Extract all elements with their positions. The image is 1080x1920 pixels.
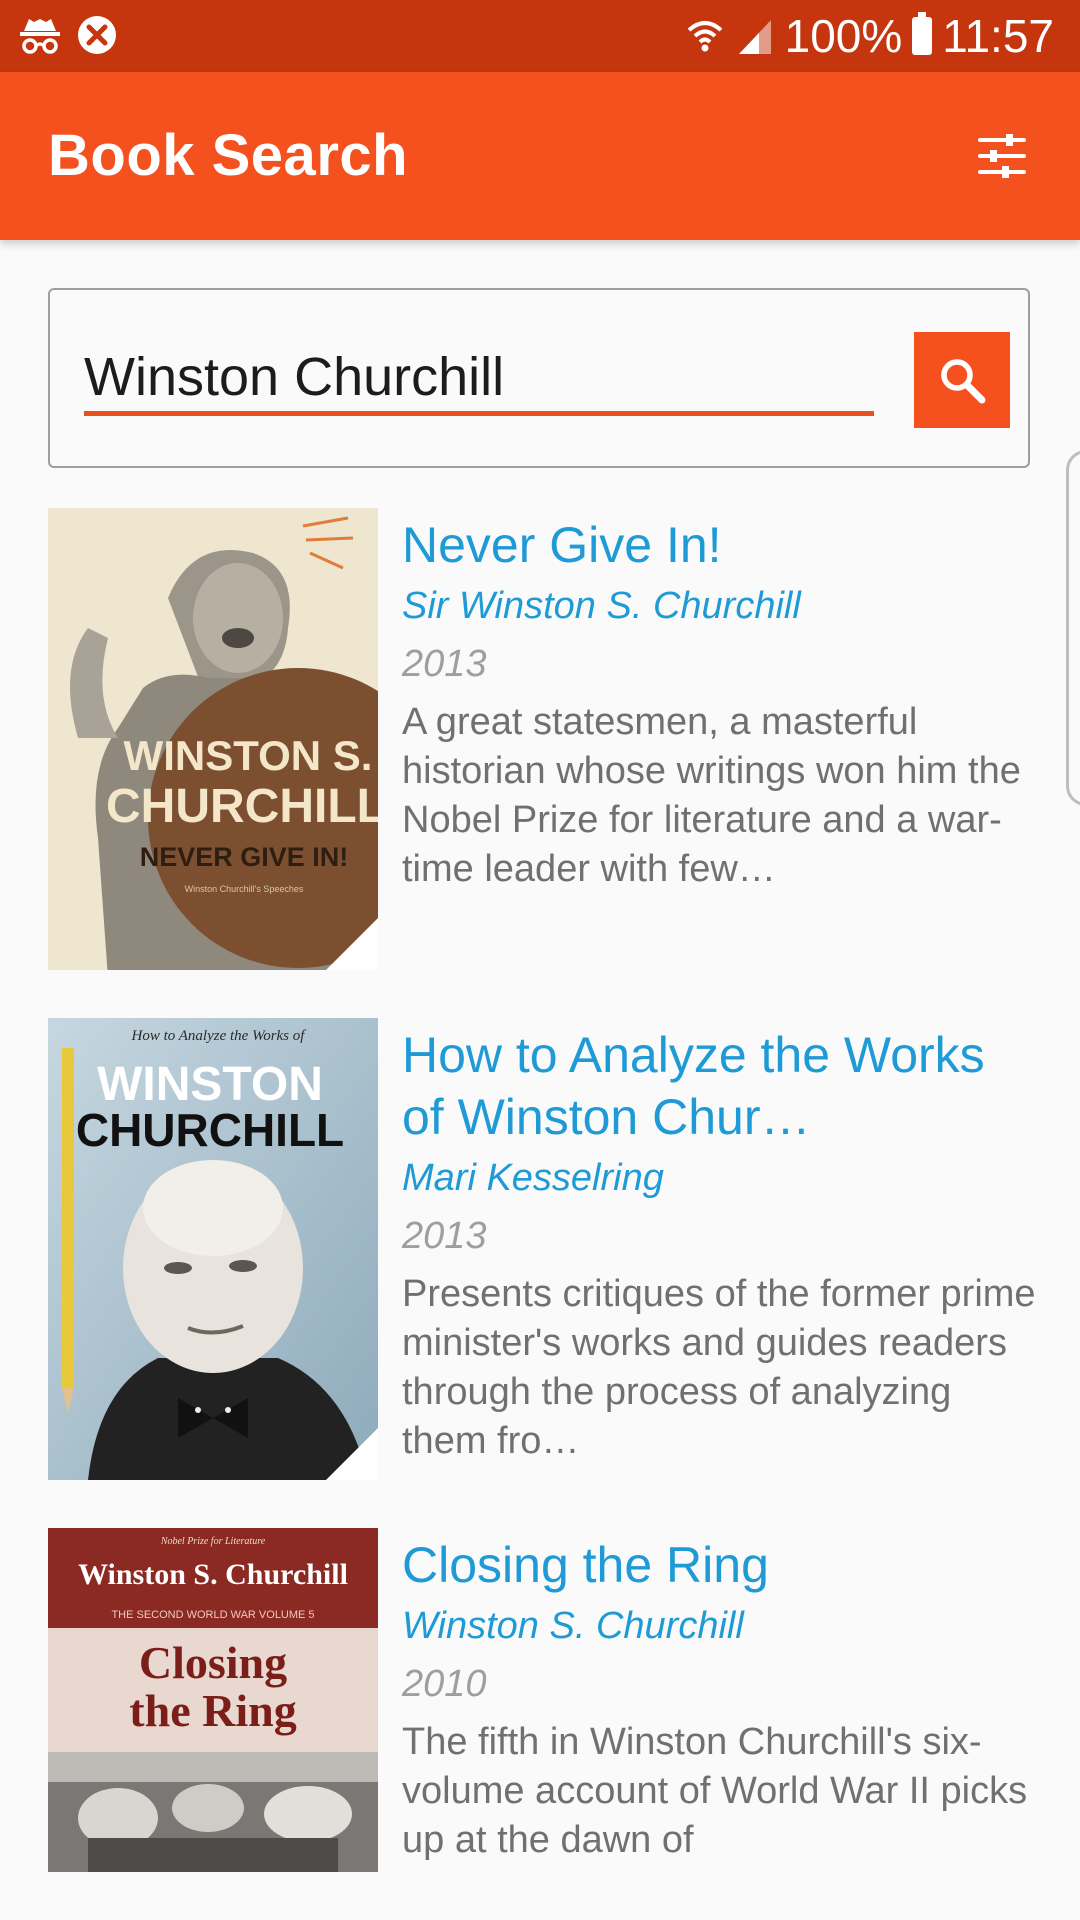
cover-text-line3: THE SECOND WORLD WAR VOLUME 5 (111, 1609, 314, 1621)
book-author: Sir Winston S. Churchill (402, 585, 801, 627)
book-author: Winston S. Churchill (402, 1605, 744, 1647)
book-description: The fifth in Winston Churchill's six-vol… (402, 1721, 1028, 1861)
incognito-icon (20, 19, 60, 54)
sliders-icon (978, 134, 1026, 178)
book-author: Mari Kesselring (402, 1157, 664, 1199)
status-left-icons (18, 14, 118, 56)
cover-text-line4: Closing (139, 1637, 287, 1688)
filter-button[interactable] (976, 130, 1028, 182)
cover-text-line1: WINSTON S. (124, 732, 373, 779)
book-year: 2010 (402, 1663, 487, 1705)
cover-text-line5: the Ring (129, 1685, 296, 1736)
result-info: Closing the Ring Winston S. Churchill 20… (402, 1528, 1038, 1865)
book-description: Presents critiques of the former prime m… (402, 1273, 1036, 1462)
cover-text-line3: NEVER GIVE IN! (140, 842, 349, 872)
search-icon (941, 359, 986, 404)
book-cover: WINSTON S. CHURCHILL NEVER GIVE IN! Wins… (48, 508, 378, 970)
search-input[interactable] (84, 342, 874, 416)
result-item[interactable]: WINSTON S. CHURCHILL NEVER GIVE IN! Wins… (48, 508, 1038, 970)
cover-text-line2: CHURCHILL (106, 780, 378, 833)
cover-art-how-to-analyze: How to Analyze the Works of WINSTON CHUR… (48, 1018, 378, 1480)
cover-text-line1: How to Analyze the Works of (131, 1028, 307, 1044)
cover-art-never-give-in: WINSTON S. CHURCHILL NEVER GIVE IN! Wins… (48, 508, 378, 970)
book-cover: Nobel Prize for Literature Winston S. Ch… (48, 1528, 378, 1872)
signal-icon (738, 20, 771, 54)
wifi-icon (687, 21, 722, 52)
search-button[interactable] (914, 332, 1010, 428)
app-title: Book Search (48, 123, 409, 188)
search-card (48, 288, 1030, 468)
book-year: 2013 (402, 1215, 487, 1257)
book-year: 2013 (402, 643, 487, 685)
status-bar: 100% 11:57 (0, 0, 1080, 72)
result-info: How to Analyze the Works of Winston Chur… (402, 1018, 1038, 1466)
book-cover: How to Analyze the Works of WINSTON CHUR… (48, 1018, 378, 1480)
cover-text-line3: CHURCHILL (76, 1104, 344, 1156)
battery-icon (912, 12, 933, 55)
book-description: A great statesmen, a masterful historian… (402, 701, 1021, 890)
cover-text-line2: Winston S. Churchill (78, 1558, 348, 1591)
cover-art-closing-the-ring: Nobel Prize for Literature Winston S. Ch… (48, 1528, 378, 1872)
book-title[interactable]: Never Give In! (402, 514, 1038, 576)
status-time: 11:57 (942, 10, 1054, 62)
edge-panel-handle[interactable] (1066, 450, 1080, 806)
cover-text-line4: Winston Churchill's Speeches (185, 884, 304, 894)
cover-text-line1: Nobel Prize for Literature (160, 1536, 266, 1547)
blocked-icon (78, 16, 116, 54)
result-item[interactable]: How to Analyze the Works of WINSTON CHUR… (48, 1018, 1038, 1480)
battery-percent: 100% (784, 10, 903, 62)
result-info: Never Give In! Sir Winston S. Churchill … (402, 508, 1038, 894)
status-right: 100% 11:57 (685, 8, 1054, 64)
book-title[interactable]: How to Analyze the Works of Winston Chur… (402, 1024, 1038, 1148)
result-item[interactable]: Nobel Prize for Literature Winston S. Ch… (48, 1528, 1038, 1920)
book-title[interactable]: Closing the Ring (402, 1534, 1038, 1596)
app-bar: Book Search (0, 72, 1080, 240)
